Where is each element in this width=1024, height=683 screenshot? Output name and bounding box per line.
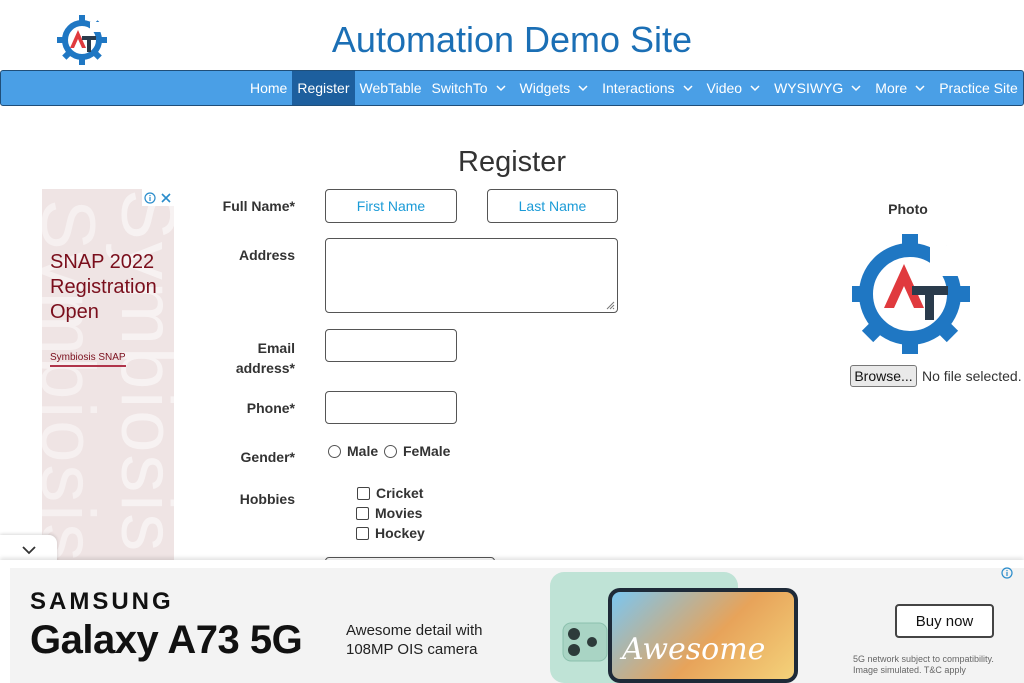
- gender-label: Gender*: [240, 449, 295, 465]
- phone-screen-text: Awesome: [622, 632, 766, 667]
- collapse-chevron-icon: [21, 546, 36, 555]
- chevron-down-icon: [496, 85, 506, 92]
- chevron-down-icon: [750, 85, 760, 92]
- nav-item-interactions[interactable]: Interactions: [597, 71, 701, 105]
- hobby-checkbox-movies[interactable]: Movies: [356, 505, 422, 521]
- ad-feature-line2: 108MP OIS camera: [346, 641, 478, 658]
- resize-handle-icon[interactable]: [605, 300, 615, 310]
- email-label-line2: address*: [235, 360, 295, 376]
- chevron-down-icon: [682, 85, 693, 92]
- ad-info-icon[interactable]: [1000, 566, 1014, 580]
- phone-front-image: Awesome: [608, 588, 798, 683]
- left-advertisement[interactable]: Symbiosis Symbiosis SNAP 2022 Registrati…: [42, 189, 174, 564]
- last-name-input[interactable]: Last Name: [487, 189, 618, 223]
- ad-product-name: Galaxy A73 5G: [30, 618, 303, 662]
- nav-item-label: Interactions: [602, 80, 675, 96]
- ad-disclaimer-line1: 5G network subject to compatibility.: [853, 654, 994, 664]
- checkbox-box[interactable]: [357, 486, 370, 500]
- gender-radio-male[interactable]: Male: [328, 443, 378, 459]
- hobby-checkbox-cricket[interactable]: Cricket: [357, 485, 423, 501]
- hobby-label: Hockey: [375, 525, 425, 541]
- checkbox-box[interactable]: [356, 526, 369, 540]
- ad-close-icon[interactable]: [158, 189, 174, 206]
- nav-item-switchto[interactable]: SwitchTo: [427, 71, 515, 105]
- email-label-line1: Email: [257, 340, 295, 356]
- chevron-down-icon: [578, 85, 588, 92]
- ad-brand: Symbiosis SNAP: [50, 352, 126, 367]
- nav-item-wysiwyg[interactable]: WYSIWYG: [769, 71, 870, 105]
- nav-item-label: More: [875, 80, 908, 96]
- ad-controls: [142, 189, 174, 206]
- nav-item-label: Widgets: [519, 80, 571, 96]
- hobbies-label: Hobbies: [239, 491, 295, 507]
- nav-item-home[interactable]: Home: [245, 71, 292, 105]
- ad-watermark: Symbiosis: [105, 189, 174, 554]
- ad-disclaimer-line2: Image simulated. T&C apply: [853, 665, 966, 675]
- nav-item-label: WebTable: [359, 80, 422, 96]
- phone-screen: Awesome: [612, 592, 794, 679]
- nav-item-webtable[interactable]: WebTable: [355, 71, 427, 105]
- nav-item-label: Register: [297, 80, 350, 96]
- bottom-advertisement[interactable]: SAMSUNG Galaxy A73 5G Awesome detail wit…: [0, 560, 1024, 683]
- address-label: Address: [238, 247, 295, 263]
- site-title: Automation Demo Site: [331, 19, 693, 60]
- ad-disclaimer: 5G network subject to compatibility. Ima…: [853, 654, 1013, 676]
- ad-info-icon[interactable]: [142, 189, 158, 206]
- phone-input[interactable]: [325, 391, 457, 424]
- nav-item-register[interactable]: Register: [292, 71, 355, 105]
- nav-item-label: Practice Site: [939, 80, 1018, 96]
- page: Automation Demo Site Home Register WebTabl…: [0, 0, 1024, 683]
- hobby-label: Movies: [375, 505, 423, 521]
- photo-preview-logo-icon: [850, 233, 972, 355]
- ad-banner[interactable]: SAMSUNG Galaxy A73 5G Awesome detail wit…: [10, 568, 1024, 683]
- nav-item-label: SwitchTo: [431, 80, 488, 96]
- nav-items: Home Register WebTable SwitchTo Widgets Inter…: [245, 71, 1023, 105]
- chevron-down-icon: [851, 85, 861, 92]
- photo-label: Photo: [888, 201, 928, 217]
- buy-now-button[interactable]: Buy now: [895, 604, 994, 638]
- main-navbar: Home Register WebTable SwitchTo Widgets Inter…: [0, 70, 1024, 106]
- radio-circle[interactable]: [328, 444, 341, 458]
- full-name-label: Full Name*: [222, 198, 295, 214]
- ad-headline: SNAP 2022 Registration Open: [50, 251, 157, 323]
- gender-radio-female[interactable]: FeMale: [384, 443, 450, 459]
- hobby-checkbox-hockey[interactable]: Hockey: [356, 525, 425, 541]
- phone-label: Phone*: [246, 400, 295, 416]
- nav-item-label: Home: [250, 80, 288, 96]
- page-title: Register: [458, 146, 566, 178]
- ad-feature-text: Awesome detail with 108MP OIS camera: [346, 621, 482, 659]
- camera-icon: [562, 622, 608, 662]
- chevron-down-icon: [915, 85, 925, 92]
- browse-button[interactable]: Browse...: [850, 365, 917, 387]
- ad-feature-line1: Awesome detail with: [346, 622, 483, 639]
- email-input[interactable]: [325, 329, 457, 362]
- nav-item-widgets[interactable]: Widgets: [515, 71, 598, 105]
- radio-circle[interactable]: [384, 444, 397, 458]
- nav-item-label: WYSIWYG: [774, 80, 844, 96]
- gender-option-label: FeMale: [403, 443, 451, 459]
- nav-item-label: Video: [706, 80, 743, 96]
- hobby-label: Cricket: [376, 485, 424, 501]
- nav-item-more[interactable]: More: [870, 71, 934, 105]
- ad-brand-logo: SAMSUNG: [30, 588, 174, 615]
- nav-item-video[interactable]: Video: [702, 71, 770, 105]
- file-status: No file selected.: [922, 368, 1022, 384]
- checkbox-box[interactable]: [356, 506, 369, 520]
- email-label: Email address*: [185, 338, 295, 378]
- gender-option-label: Male: [347, 443, 379, 459]
- address-textarea[interactable]: [325, 238, 618, 313]
- first-name-input[interactable]: First Name: [325, 189, 457, 223]
- nav-item-practice-site[interactable]: Practice Site: [934, 71, 1023, 105]
